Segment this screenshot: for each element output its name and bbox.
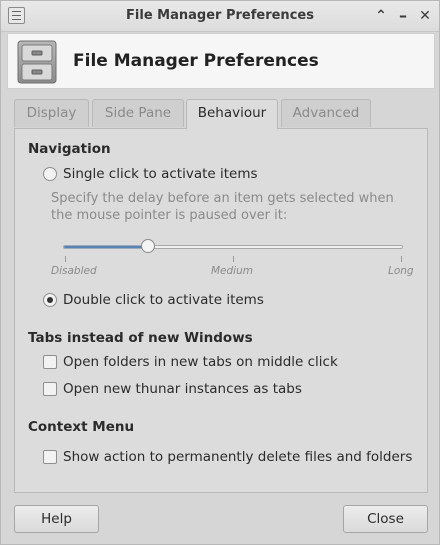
double-click-label: Double click to activate items [63, 292, 264, 308]
delay-slider-track[interactable] [63, 245, 403, 249]
single-click-radio[interactable] [43, 167, 57, 181]
tab-behaviour[interactable]: Behaviour [186, 99, 278, 129]
title-bar[interactable]: File Manager Preferences ⌃ – ✕ [1, 1, 439, 32]
tab-advanced[interactable]: Advanced [281, 99, 371, 127]
help-button[interactable]: Help [14, 505, 99, 533]
dialog-header: File Manager Preferences [7, 33, 435, 89]
delete-action-option[interactable]: Show action to permanently delete files … [43, 448, 412, 466]
close-window-button[interactable]: ✕ [415, 6, 435, 26]
tab-side-pane[interactable]: Side Pane [92, 99, 184, 127]
header-title: File Manager Preferences [73, 51, 319, 71]
thunar-tabs-option[interactable]: Open new thunar instances as tabs [43, 380, 302, 398]
slider-tick-disabled [65, 256, 66, 262]
close-button[interactable]: Close [343, 505, 428, 533]
middle-click-tabs-checkbox[interactable] [43, 355, 57, 369]
navigation-heading: Navigation [28, 141, 111, 157]
chevron-up-icon: ⌃ [375, 8, 387, 24]
delay-hint: Specify the delay before an item gets se… [51, 191, 394, 223]
context-menu-heading: Context Menu [28, 419, 135, 435]
slider-tick-long [401, 256, 402, 262]
single-click-option[interactable]: Single click to activate items [43, 165, 258, 183]
delete-action-checkbox[interactable] [43, 450, 57, 464]
file-cabinet-icon [17, 40, 57, 84]
delay-slider-handle[interactable] [141, 239, 155, 253]
slider-label-medium: Medium [211, 265, 253, 277]
double-click-option[interactable]: Double click to activate items [43, 291, 264, 309]
shade-button[interactable]: ⌃ [371, 6, 391, 26]
thunar-tabs-label: Open new thunar instances as tabs [63, 381, 302, 397]
slider-tick-medium [233, 256, 234, 262]
minimize-button[interactable]: – [393, 6, 413, 26]
thunar-tabs-checkbox[interactable] [43, 382, 57, 396]
single-click-label: Single click to activate items [63, 166, 258, 182]
slider-label-long: Long [388, 265, 414, 277]
double-click-radio[interactable] [43, 293, 57, 307]
middle-click-tabs-label: Open folders in new tabs on middle click [63, 354, 338, 370]
delay-slider-fill [64, 246, 149, 248]
preferences-window: File Manager Preferences ⌃ – ✕ File Mana… [0, 0, 440, 545]
close-icon: ✕ [419, 8, 431, 24]
tab-display[interactable]: Display [14, 99, 89, 127]
delete-action-label: Show action to permanently delete files … [63, 449, 413, 465]
minimize-icon: – [399, 6, 407, 25]
slider-label-disabled: Disabled [51, 265, 97, 277]
tabs-heading: Tabs instead of new Windows [28, 330, 253, 346]
middle-click-tabs-option[interactable]: Open folders in new tabs on middle click [43, 353, 338, 371]
behaviour-panel: Navigation Single click to activate item… [14, 128, 428, 493]
